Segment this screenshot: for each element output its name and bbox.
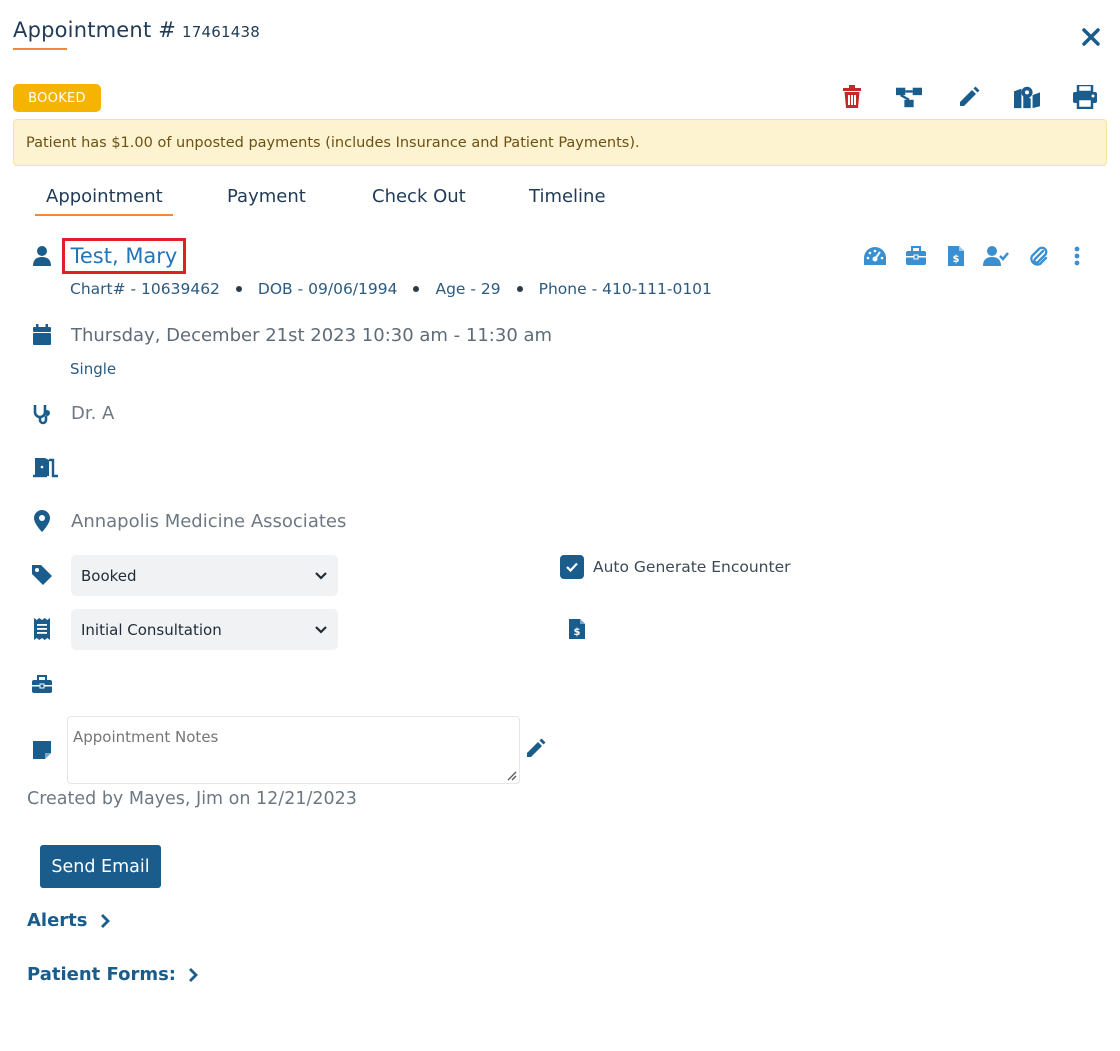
pencil-icon [527, 738, 546, 757]
workflow-button[interactable] [896, 84, 922, 110]
tag-icon [30, 563, 54, 587]
map-button[interactable] [1014, 84, 1040, 110]
appointment-type-value: Initial Consultation [81, 620, 222, 639]
location-pin-icon [30, 509, 54, 533]
provider-name: Dr. A [71, 403, 115, 424]
briefcase-icon [30, 672, 54, 696]
chevron-right-icon [189, 967, 198, 982]
tab-check-out[interactable]: Check Out [372, 186, 466, 207]
patient-dob: DOB - 09/06/1994 [257, 280, 398, 298]
close-button[interactable] [1078, 24, 1104, 50]
active-tab-indicator [35, 214, 173, 216]
appointment-datetime: Thursday, December 21st 2023 10:30 am - … [71, 325, 553, 346]
separator-dot [235, 286, 242, 292]
tab-payment[interactable]: Payment [227, 186, 306, 207]
edit-button[interactable] [956, 84, 982, 110]
user-check-icon [983, 246, 1009, 266]
alerts-label: Alerts [27, 910, 88, 931]
dashboard-button[interactable] [862, 244, 888, 268]
sticky-note-icon [30, 738, 54, 762]
patient-forms-link[interactable]: Patient Forms: [27, 964, 198, 985]
patient-meta: Chart# - 10639462 DOB - 09/06/1994 Age -… [70, 280, 712, 298]
pencil-icon [960, 86, 980, 106]
briefcase-icon [906, 246, 926, 265]
status-select[interactable]: Booked [71, 555, 338, 596]
checkmark-icon [566, 562, 578, 573]
appointment-number: 17461438 [182, 23, 260, 41]
appointment-notes-input[interactable] [67, 716, 520, 784]
receipt-icon [30, 617, 54, 641]
door-icon [32, 455, 60, 479]
calendar-icon [30, 323, 54, 347]
chevron-down-icon [315, 625, 327, 634]
trash-icon [843, 85, 861, 108]
svg-text:$: $ [574, 627, 581, 638]
patient-name-link[interactable]: Test, Mary [62, 238, 186, 274]
map-icon [1014, 86, 1040, 109]
print-button[interactable] [1072, 84, 1098, 110]
separator-dot [413, 286, 420, 292]
user-icon [30, 244, 54, 268]
resize-handle-icon[interactable] [505, 769, 517, 781]
more-options-button[interactable] [1064, 244, 1090, 268]
page-title: Appointment # 17461438 [13, 18, 260, 42]
send-email-button[interactable]: Send Email [40, 845, 161, 888]
created-by-text: Created by Mayes, Jim on 12/21/2023 [27, 789, 357, 809]
status-select-value: Booked [81, 566, 137, 585]
dashboard-icon [864, 247, 886, 265]
title-underline [13, 48, 67, 50]
patient-chart-number: Chart# - 10639462 [70, 280, 220, 298]
edit-notes-button[interactable] [526, 738, 548, 760]
invoice-icon: $ [948, 246, 964, 266]
close-icon [1082, 28, 1100, 46]
location-name: Annapolis Medicine Associates [71, 511, 347, 532]
delete-button[interactable] [839, 84, 865, 110]
more-vertical-icon [1074, 246, 1080, 266]
separator-dot [516, 286, 523, 292]
appointment-type-select[interactable]: Initial Consultation [71, 609, 338, 650]
stethoscope-icon [30, 402, 54, 426]
chevron-down-icon [315, 571, 327, 580]
auto-generate-encounter-label: Auto Generate Encounter [593, 558, 791, 576]
unposted-payments-alert: Patient has $1.00 of unposted payments (… [13, 119, 1107, 166]
alerts-link[interactable]: Alerts [27, 910, 110, 931]
paperclip-icon [1030, 246, 1048, 266]
auto-generate-encounter-checkbox[interactable] [560, 555, 584, 579]
recurrence-label: Single [70, 360, 117, 378]
status-badge: BOOKED [13, 84, 101, 112]
patient-forms-label: Patient Forms: [27, 964, 177, 985]
tab-appointment[interactable]: Appointment [46, 186, 163, 207]
svg-text:$: $ [953, 254, 960, 265]
patient-age: Age - 29 [435, 280, 501, 298]
invoice-icon: $ [569, 619, 585, 639]
patient-phone: Phone - 410-111-0101 [538, 280, 712, 298]
case-button[interactable] [903, 244, 929, 268]
workflow-icon [896, 87, 922, 108]
fee-schedule-button[interactable]: $ [568, 618, 590, 642]
appointment-title-label: Appointment # [13, 18, 177, 42]
patient-verify-button[interactable] [983, 244, 1009, 268]
invoice-button[interactable]: $ [943, 244, 969, 268]
print-icon [1073, 85, 1097, 109]
tab-timeline[interactable]: Timeline [529, 186, 606, 207]
chevron-right-icon [100, 913, 110, 928]
attachments-button[interactable] [1025, 244, 1051, 268]
